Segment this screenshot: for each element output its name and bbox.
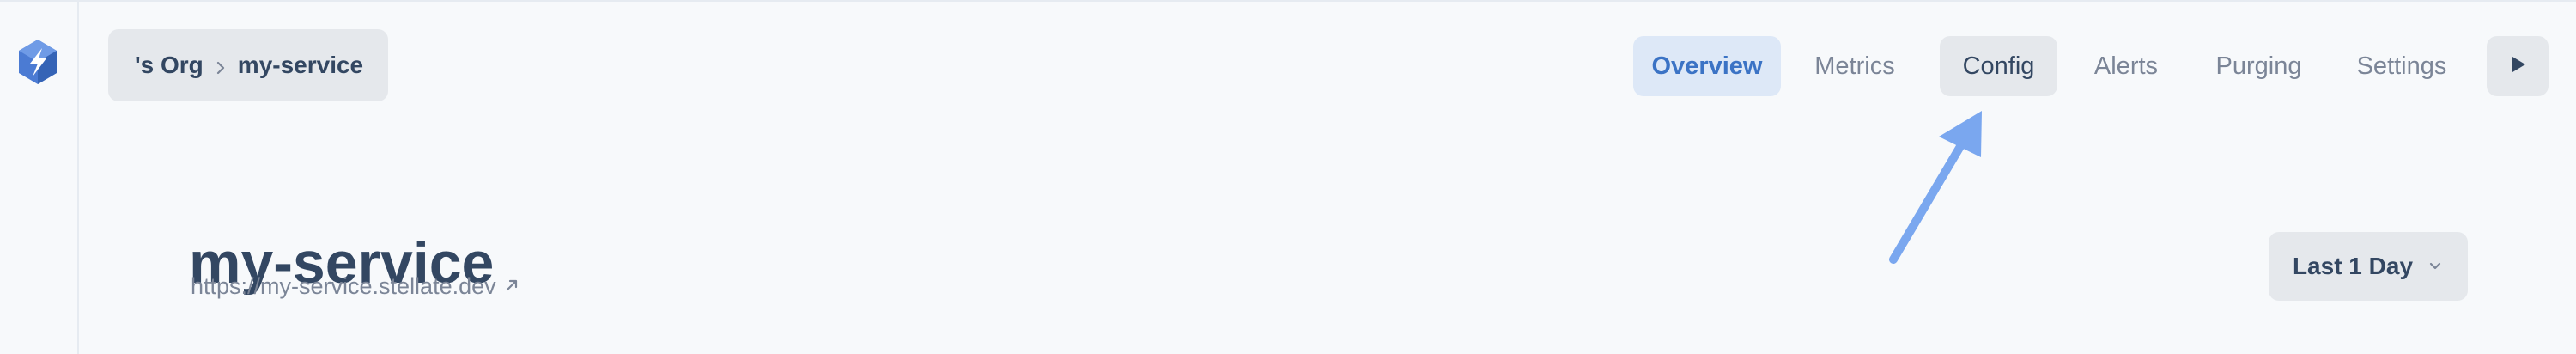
tab-metrics[interactable]: Metrics: [1799, 36, 1911, 96]
top-navigation: Overview Metrics Config Alerts Purging S…: [1633, 36, 2556, 96]
sidebar: [0, 2, 79, 354]
service-url-link[interactable]: https://my-service.stellate.dev: [191, 273, 520, 300]
tab-settings-label: Settings: [2356, 52, 2447, 80]
tab-metrics-label: Metrics: [1814, 52, 1895, 80]
breadcrumb: 's Org my-service: [108, 29, 388, 101]
date-range-select[interactable]: Last 1 Day: [2269, 232, 2468, 301]
external-link-icon: [503, 273, 520, 300]
breadcrumb-service[interactable]: my-service: [238, 52, 363, 79]
date-range-label: Last 1 Day: [2292, 253, 2414, 279]
logo-icon[interactable]: [14, 38, 62, 86]
app-shell: 's Org my-service Overview Metrics Confi…: [0, 0, 2576, 354]
tab-overview-label: Overview: [1651, 52, 1763, 80]
tab-purging[interactable]: Purging: [2205, 36, 2312, 96]
tab-alerts[interactable]: Alerts: [2084, 36, 2168, 96]
tab-config-label: Config: [1962, 52, 2035, 80]
chevron-right-icon: [212, 55, 229, 75]
play-icon: [2506, 53, 2529, 80]
tab-alerts-label: Alerts: [2093, 52, 2159, 80]
tab-config[interactable]: Config: [1940, 36, 2057, 96]
annotation-arrow-icon: [1872, 96, 2009, 268]
breadcrumb-org[interactable]: 's Org: [135, 52, 204, 79]
chevron-down-icon: [2427, 253, 2444, 280]
tab-purging-label: Purging: [2215, 52, 2302, 80]
play-button[interactable]: [2487, 36, 2549, 96]
tab-settings[interactable]: Settings: [2346, 36, 2458, 96]
service-url: https://my-service.stellate.dev: [191, 273, 496, 299]
tab-overview[interactable]: Overview: [1633, 36, 1781, 96]
